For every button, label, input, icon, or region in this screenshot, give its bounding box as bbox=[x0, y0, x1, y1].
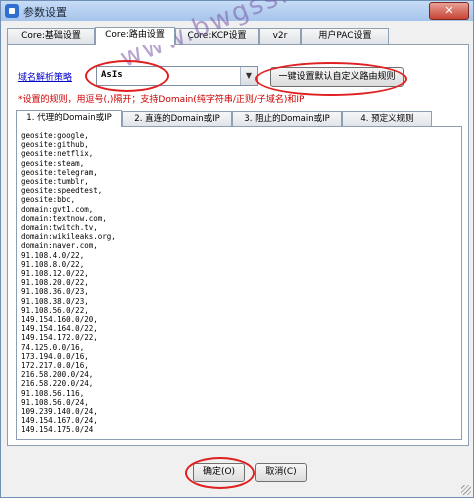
rule-line: 91.108.12.0/22, bbox=[21, 269, 89, 278]
routing-panel: 域名解析策略 AsIs ▼ 一键设置默认自定义路由规则 *设置的规则，用逗号(,… bbox=[7, 44, 469, 446]
rule-line: 149.154.164.0/22, bbox=[21, 324, 98, 334]
rule-line: 149.154.172.0/22, bbox=[21, 333, 98, 343]
rule-line: geosite:netflix, bbox=[21, 149, 94, 159]
rule-sub-tabs: 1. 代理的Domain或IP 2. 直连的Domain或IP 3. 阻止的Do… bbox=[16, 110, 460, 127]
top-tabs: Core:基础设置 Core:路由设置 Core:KCP设置 v2r 用户PAC… bbox=[7, 27, 467, 45]
rule-line: 149.154.167.0/24, bbox=[21, 416, 98, 426]
rule-line: 91.108.20.0/22, bbox=[21, 278, 89, 288]
window-title: 参数设置 bbox=[23, 6, 67, 19]
rule-line: 91.108.36.0/23, bbox=[21, 287, 89, 297]
close-icon: ✕ bbox=[444, 4, 454, 17]
sub-tab-predefined[interactable]: 4. 预定义规则 bbox=[342, 111, 432, 126]
rule-line: domain:textnow.com, bbox=[21, 213, 107, 223]
annotation-ring-ok bbox=[185, 457, 255, 489]
rule-line: geosite:telegram, bbox=[21, 167, 98, 177]
rule-line: geosite:google, bbox=[21, 131, 89, 140]
app-icon bbox=[5, 4, 19, 18]
rule-line: geosite:steam, bbox=[21, 158, 85, 168]
rule-line: geosite:bbc, bbox=[21, 195, 76, 205]
settings-window: 参数设置 ✕ Core:基础设置 Core:路由设置 Core:KCP设置 v2… bbox=[0, 0, 474, 498]
resize-grip[interactable] bbox=[461, 485, 471, 495]
close-button[interactable]: ✕ bbox=[429, 2, 469, 20]
tab-user-pac[interactable]: 用户PAC设置 bbox=[301, 28, 389, 44]
domain-strategy-link[interactable]: 域名解析策略 bbox=[18, 70, 72, 83]
rule-line: 172.217.0.0/16, bbox=[21, 361, 89, 370]
rule-line: 91.108.56.0/24, bbox=[21, 397, 89, 407]
rules-hint: *设置的规则，用逗号(,)隔开；支持Domain(纯字符串/正则/子域名)和IP bbox=[18, 95, 305, 105]
rule-line: 91.108.56.116, bbox=[21, 388, 85, 398]
rule-line: 216.58.200.0/24, bbox=[21, 370, 94, 380]
rule-line: 149.154.175.0/24 bbox=[21, 425, 94, 435]
rule-line: 216.58.220.0/24, bbox=[21, 379, 94, 389]
rule-line: 109.239.140.0/24, bbox=[21, 407, 98, 416]
sub-tab-direct[interactable]: 2. 直连的Domain或IP bbox=[122, 111, 232, 126]
rule-line: 91.108.56.0/22, bbox=[21, 305, 89, 315]
tab-core-basic[interactable]: Core:基础设置 bbox=[7, 28, 95, 44]
chevron-down-icon: ▼ bbox=[240, 67, 257, 85]
annotation-ring-restore bbox=[255, 62, 407, 96]
proxy-rules-textarea[interactable]: geosite:google, geosite:github, geosite:ne… bbox=[16, 126, 462, 440]
rule-line: geosite:speedtest, bbox=[21, 186, 103, 196]
rule-line: domain:wikileaks.org, bbox=[21, 232, 116, 242]
rule-line: 74.125.0.0/16, bbox=[21, 342, 85, 352]
sub-tab-block[interactable]: 3. 阻止的Domain或IP bbox=[232, 111, 342, 126]
rule-line: domain:gvt1.com, bbox=[21, 204, 94, 214]
rule-line: 149.154.160.0/20, bbox=[21, 315, 98, 324]
tab-core-routing[interactable]: Core:路由设置 bbox=[95, 27, 175, 45]
rule-line: domain:naver.com, bbox=[21, 241, 98, 251]
sub-tab-proxy[interactable]: 1. 代理的Domain或IP bbox=[16, 110, 122, 127]
rule-line: geosite:tumblr, bbox=[21, 177, 89, 186]
rule-line: 173.194.0.0/16, bbox=[21, 351, 89, 361]
rule-line: 91.108.8.0/22, bbox=[21, 259, 85, 269]
tab-v2r[interactable]: v2r bbox=[259, 28, 301, 44]
rule-line: domain:twitch.tv, bbox=[21, 223, 98, 232]
rule-line: 91.108.38.0/23, bbox=[21, 296, 89, 306]
annotation-ring-strategy bbox=[85, 60, 169, 92]
cancel-button[interactable]: 取消(C) bbox=[255, 463, 307, 482]
rule-line: geosite:github, bbox=[21, 140, 89, 150]
rule-line: 91.108.4.0/22, bbox=[21, 250, 85, 260]
